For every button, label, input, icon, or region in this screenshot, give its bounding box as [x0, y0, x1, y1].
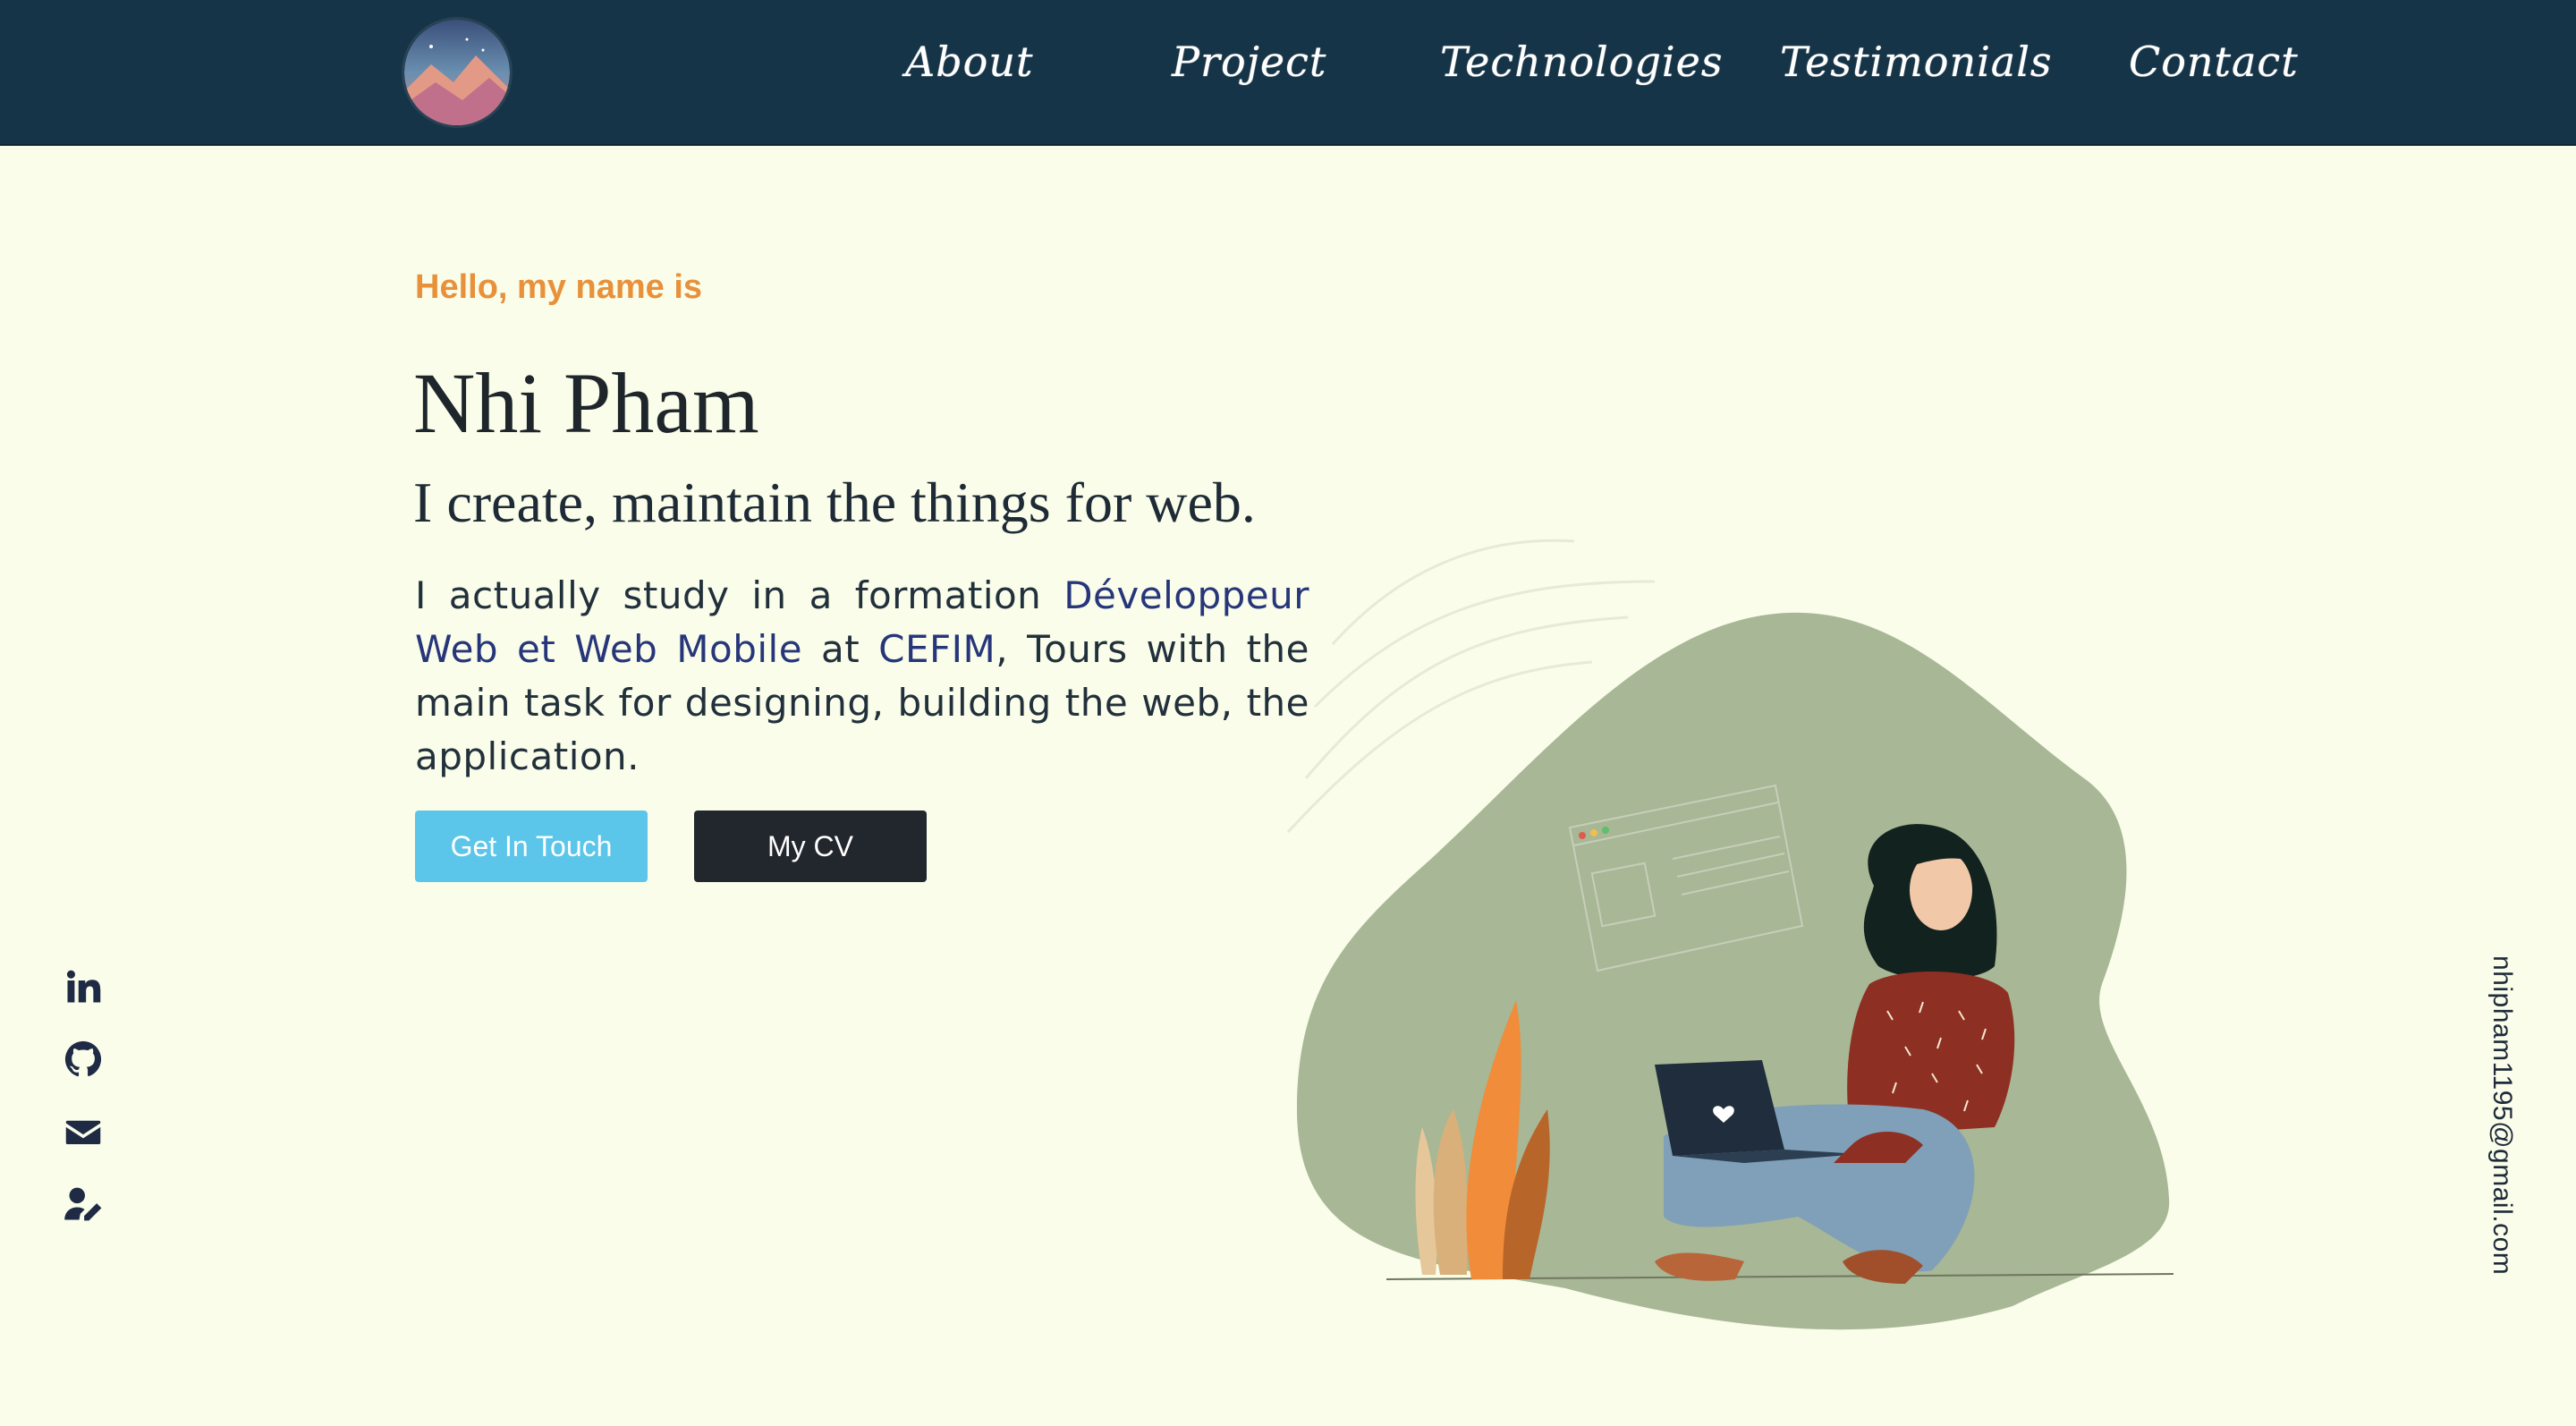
linkedin-icon[interactable]: [64, 968, 102, 1006]
logo-icon: [404, 20, 510, 125]
desc-text: at: [802, 627, 879, 671]
github-icon[interactable]: [64, 1040, 102, 1078]
hero-description: I actually study in a formation Développ…: [415, 569, 1309, 784]
nav-testimonials[interactable]: Testimonials: [1780, 30, 2053, 93]
hero-greeting: Hello, my name is: [415, 268, 703, 306]
get-in-touch-button[interactable]: Get In Touch: [415, 811, 648, 882]
hero-illustration: [1286, 539, 2174, 1330]
desc-highlight-school: CEFIM: [878, 627, 996, 671]
logo[interactable]: [404, 20, 510, 125]
envelope-icon[interactable]: [64, 1113, 102, 1150]
email-link[interactable]: nhipham1195@gmail.com: [2463, 955, 2517, 1275]
nav-contact[interactable]: Contact: [2129, 30, 2299, 93]
desc-text: I actually study in a formation: [415, 573, 1064, 617]
nav-technologies[interactable]: Technologies: [1440, 30, 1723, 93]
hero-name: Nhi Pham: [413, 355, 759, 451]
my-cv-button[interactable]: My CV: [694, 811, 927, 882]
nav-about[interactable]: About: [905, 30, 1033, 93]
hero-tagline: I create, maintain the things for web.: [413, 471, 1256, 534]
navbar: About Project Technologies Testimonials …: [0, 0, 2576, 146]
nav-project[interactable]: Project: [1172, 30, 1326, 93]
user-edit-icon[interactable]: [64, 1185, 106, 1223]
